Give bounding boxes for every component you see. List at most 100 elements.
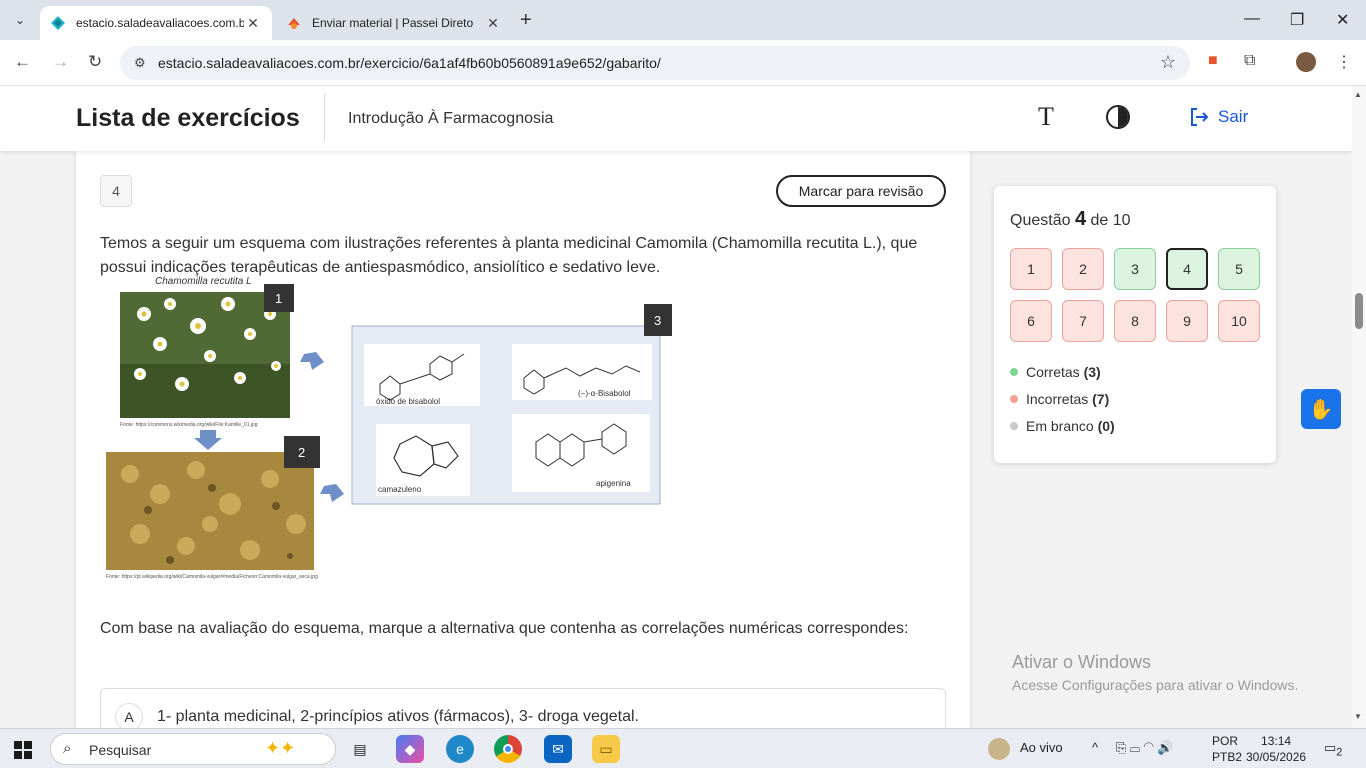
clock-time: 13:14 bbox=[1261, 734, 1292, 748]
legend-correct: Corretas (3) bbox=[1010, 358, 1115, 385]
question-grid: 1 2 3 4 5 6 7 8 9 10 bbox=[1010, 248, 1260, 342]
extension-icon[interactable]: ■ bbox=[1208, 52, 1218, 70]
question-button-6[interactable]: 6 bbox=[1010, 300, 1052, 342]
address-bar[interactable]: ⚙ estacio.saladeavaliacoes.com.br/exerci… bbox=[120, 46, 1190, 80]
site-settings-icon[interactable]: ⚙ bbox=[134, 55, 146, 71]
question-navigator: Questão 4 de 10 1 2 3 4 5 6 7 8 9 10 Cor… bbox=[994, 186, 1276, 463]
question-number: 4 bbox=[100, 175, 132, 207]
question-button-3[interactable]: 3 bbox=[1114, 248, 1156, 290]
compound-3-label: camazuleno bbox=[378, 485, 422, 494]
taskbar-clock[interactable]: 13:14 30/05/2026 bbox=[1246, 733, 1306, 765]
label-1: 1 bbox=[275, 291, 282, 306]
forward-arrow-icon[interactable]: → bbox=[52, 52, 69, 72]
down-arrow-icon bbox=[194, 430, 222, 450]
legend-count: (7) bbox=[1092, 390, 1110, 407]
notification-center[interactable]: ▭2 bbox=[1324, 740, 1342, 759]
tab-search-chevron-icon[interactable]: ⌄ bbox=[8, 8, 32, 32]
header-divider bbox=[324, 94, 325, 142]
question-button-5[interactable]: 5 bbox=[1218, 248, 1260, 290]
app-header: Lista de exercícios Introdução À Farmaco… bbox=[0, 86, 1352, 151]
legend-label: Em branco bbox=[1026, 417, 1094, 434]
taskbar-search[interactable]: ⌕ Pesquisar ✦✦ bbox=[50, 733, 336, 765]
tab-close-icon[interactable]: ✕ bbox=[244, 15, 262, 32]
contrast-icon[interactable] bbox=[1106, 105, 1130, 129]
windows-start-icon[interactable] bbox=[14, 741, 32, 759]
sparkle-icon: ✦✦ bbox=[265, 738, 296, 758]
close-window-icon[interactable]: ✕ bbox=[1336, 10, 1349, 30]
reload-icon[interactable]: ↻ bbox=[88, 52, 102, 72]
question-button-1[interactable]: 1 bbox=[1010, 248, 1052, 290]
file-explorer-icon[interactable]: ▭ bbox=[592, 735, 620, 763]
chrome-icon[interactable] bbox=[494, 735, 522, 763]
question-button-7[interactable]: 7 bbox=[1062, 300, 1104, 342]
page-scrollbar[interactable]: ▲ ▼ bbox=[1352, 86, 1366, 728]
new-tab-plus-icon[interactable]: + bbox=[520, 9, 532, 32]
navigator-suffix: de 10 bbox=[1090, 212, 1131, 229]
plant-caption: Chamomilla recutita L bbox=[155, 276, 252, 287]
browser-tabstrip: ⌄ estacio.saladeavaliacoes.com.br ✕ Envi… bbox=[0, 0, 1366, 40]
course-name: Introdução À Farmacognosia bbox=[348, 110, 554, 127]
question-stem: Temos a seguir um esquema com ilustraçõe… bbox=[100, 235, 918, 276]
windows-taskbar: ⌕ Pesquisar ✦✦ ▤ ◆ e ✉ ▭ Ao vivo ^ ⎘ ▭ ◠… bbox=[0, 728, 1366, 768]
restore-icon[interactable]: ❐ bbox=[1290, 10, 1304, 30]
clock-date: 30/05/2026 bbox=[1246, 750, 1307, 764]
dried-herb-photo bbox=[106, 452, 314, 570]
option-text: 1- planta medicinal, 2-princípios ativos… bbox=[157, 708, 639, 725]
language-indicator[interactable]: POR PTB2 bbox=[1212, 733, 1242, 765]
legend-label: Corretas bbox=[1026, 363, 1080, 380]
tab-title: Enviar material | Passei Direto bbox=[312, 16, 474, 30]
logout-button[interactable]: Sair bbox=[1188, 106, 1248, 128]
legend-count: (0) bbox=[1097, 417, 1115, 434]
keyboard-layout: PTB2 bbox=[1212, 750, 1243, 764]
question-button-8[interactable]: 8 bbox=[1114, 300, 1156, 342]
search-icon: ⌕ bbox=[63, 740, 72, 757]
tab-estacio[interactable]: estacio.saladeavaliacoes.com.br ✕ bbox=[40, 6, 272, 40]
mail-icon[interactable]: ✉ bbox=[544, 735, 572, 763]
question-button-2[interactable]: 2 bbox=[1062, 248, 1104, 290]
minimize-icon[interactable]: — bbox=[1244, 10, 1260, 28]
source-1: Fonte: https://commons.wikimedia.org/wik… bbox=[120, 422, 258, 428]
question-button-9[interactable]: 9 bbox=[1166, 300, 1208, 342]
copilot-icon[interactable]: ◆ bbox=[396, 735, 424, 763]
compound-1-label: óxido de bisabolol bbox=[376, 397, 440, 406]
url-text[interactable]: estacio.saladeavaliacoes.com.br/exercici… bbox=[158, 55, 661, 71]
question-button-10[interactable]: 10 bbox=[1218, 300, 1260, 342]
page-content: 4 Marcar para revisão Temos a seguir um … bbox=[0, 86, 1352, 728]
arrow-right-icon bbox=[320, 484, 344, 502]
logout-label: Sair bbox=[1218, 107, 1249, 126]
vlibras-hand-icon[interactable]: ✋ bbox=[1301, 389, 1341, 429]
scroll-up-icon[interactable]: ▲ bbox=[1354, 90, 1362, 99]
live-label[interactable]: Ao vivo bbox=[1020, 740, 1063, 755]
tab-passei-direto[interactable]: Enviar material | Passei Direto ✕ bbox=[276, 6, 512, 40]
status-legend: Corretas (3) Incorretas (7) Em branco (0… bbox=[1010, 358, 1115, 439]
scroll-down-icon[interactable]: ▼ bbox=[1354, 712, 1362, 721]
task-view-icon[interactable]: ▤ bbox=[346, 735, 374, 763]
watermark-subtitle: Acesse Configurações para ativar o Windo… bbox=[1012, 677, 1299, 693]
bookmark-star-icon[interactable]: ☆ bbox=[1160, 52, 1176, 73]
search-placeholder: Pesquisar bbox=[89, 742, 152, 758]
diamond-favicon-icon bbox=[51, 16, 65, 30]
legend-count: (3) bbox=[1083, 363, 1101, 380]
page-title: Lista de exercícios bbox=[76, 104, 300, 132]
question-button-4[interactable]: 4 bbox=[1166, 248, 1208, 290]
mark-for-review-button[interactable]: Marcar para revisão bbox=[776, 175, 946, 207]
tab-close-icon[interactable]: ✕ bbox=[484, 15, 502, 32]
puzzle-extensions-icon[interactable]: ⧉ bbox=[1244, 52, 1255, 70]
question-card: 4 Marcar para revisão Temos a seguir um … bbox=[76, 126, 970, 728]
edge-icon[interactable]: e bbox=[446, 735, 474, 763]
tab-title: estacio.saladeavaliacoes.com.br bbox=[76, 16, 244, 30]
chevron-up-icon[interactable]: ^ bbox=[1092, 740, 1098, 755]
label-2: 2 bbox=[298, 445, 305, 460]
question-prompt: Com base na avaliação do esquema, marque… bbox=[100, 620, 909, 637]
option-letter: A bbox=[115, 703, 143, 728]
soccer-ball-icon[interactable] bbox=[988, 738, 1010, 760]
option-a[interactable]: A 1- planta medicinal, 2-princípios ativ… bbox=[100, 688, 946, 728]
system-tray-icons[interactable]: ⎘ ▭ ◠ 🔊 bbox=[1116, 740, 1174, 756]
font-size-icon[interactable]: T bbox=[1038, 102, 1054, 132]
kebab-menu-icon[interactable]: ⋮ bbox=[1336, 52, 1352, 72]
profile-avatar[interactable] bbox=[1296, 52, 1316, 72]
windows-activation-watermark: Ativar o Windows Acesse Configurações pa… bbox=[1012, 652, 1298, 693]
watermark-title: Ativar o Windows bbox=[1012, 652, 1152, 672]
scroll-thumb[interactable] bbox=[1355, 293, 1363, 329]
back-arrow-icon[interactable]: ← bbox=[14, 52, 31, 72]
